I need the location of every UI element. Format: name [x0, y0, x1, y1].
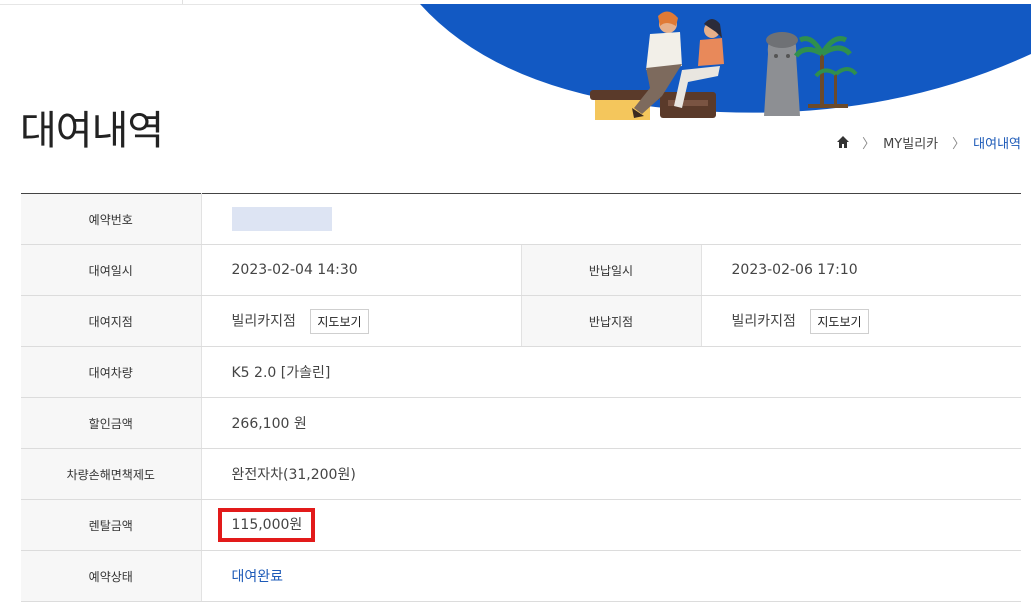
return-branch-label: 반납지점 — [521, 295, 702, 347]
rent-branch-label: 대여지점 — [21, 295, 202, 347]
return-datetime-label: 반납일시 — [521, 244, 702, 296]
breadcrumb: 〉 MY빌리카 〉 대여내역 — [836, 132, 1021, 152]
rent-branch-cell: 빌리카지점 지도보기 — [201, 295, 522, 347]
rent-branch-value: 빌리카지점 — [231, 313, 296, 329]
rental-fee-highlight: 115,000원 — [217, 508, 316, 542]
status-value: 대여완료 — [231, 569, 284, 585]
rent-datetime-label: 대여일시 — [21, 244, 202, 296]
status-cell: 대여완료 — [201, 550, 1021, 602]
table-row: 대여지점 빌리카지점 지도보기 반납지점 빌리카지점 지도보기 — [21, 295, 1021, 347]
reservation-number-value — [201, 193, 1021, 245]
table-row: 차량손해면책제도 완전자차(31,200원) — [21, 448, 1021, 500]
return-branch-value: 빌리카지점 — [731, 313, 796, 329]
table-row: 예약번호 — [21, 193, 1021, 245]
reservation-number-label: 예약번호 — [21, 193, 202, 245]
table-row: 대여차량 K5 2.0 [가솔린] — [21, 346, 1021, 398]
table-row: 렌탈금액 115,000원 — [21, 499, 1021, 551]
rent-datetime-value: 2023-02-04 14:30 — [201, 244, 522, 296]
discount-label: 할인금액 — [21, 397, 202, 449]
rent-branch-map-button[interactable]: 지도보기 — [310, 308, 369, 334]
breadcrumb-separator: 〉 — [862, 136, 876, 152]
table-row: 대여일시 2023-02-04 14:30 반납일시 2023-02-06 17… — [21, 244, 1021, 296]
status-label: 예약상태 — [21, 550, 202, 602]
vehicle-label: 대여차량 — [21, 346, 202, 398]
rental-detail-table: 예약번호 대여일시 2023-02-04 14:30 반납일시 2023-02-… — [21, 193, 1021, 602]
rental-fee-value: 115,000원 — [231, 517, 303, 533]
hero-illustration — [420, 4, 1031, 124]
insurance-label: 차량손해면책제도 — [21, 448, 202, 500]
breadcrumb-separator: 〉 — [952, 136, 966, 152]
table-row: 예약상태 대여완료 — [21, 550, 1021, 602]
breadcrumb-current: 대여내역 — [973, 136, 1021, 152]
redacted-reservation-number — [231, 207, 332, 231]
table-row: 할인금액 266,100 원 — [21, 397, 1021, 449]
discount-value: 266,100 원 — [201, 397, 1021, 449]
rental-fee-cell: 115,000원 — [201, 499, 1021, 551]
breadcrumb-my-billicar[interactable]: MY빌리카 — [883, 133, 938, 152]
page-title: 대여내역 — [20, 108, 164, 154]
home-icon[interactable] — [836, 135, 850, 149]
return-branch-cell: 빌리카지점 지도보기 — [701, 295, 1021, 347]
return-branch-map-button[interactable]: 지도보기 — [810, 308, 869, 334]
rental-fee-label: 렌탈금액 — [21, 499, 202, 551]
insurance-value: 완전자차(31,200원) — [201, 448, 1021, 500]
return-datetime-value: 2023-02-06 17:10 — [701, 244, 1021, 296]
vehicle-value: K5 2.0 [가솔린] — [201, 346, 1021, 398]
